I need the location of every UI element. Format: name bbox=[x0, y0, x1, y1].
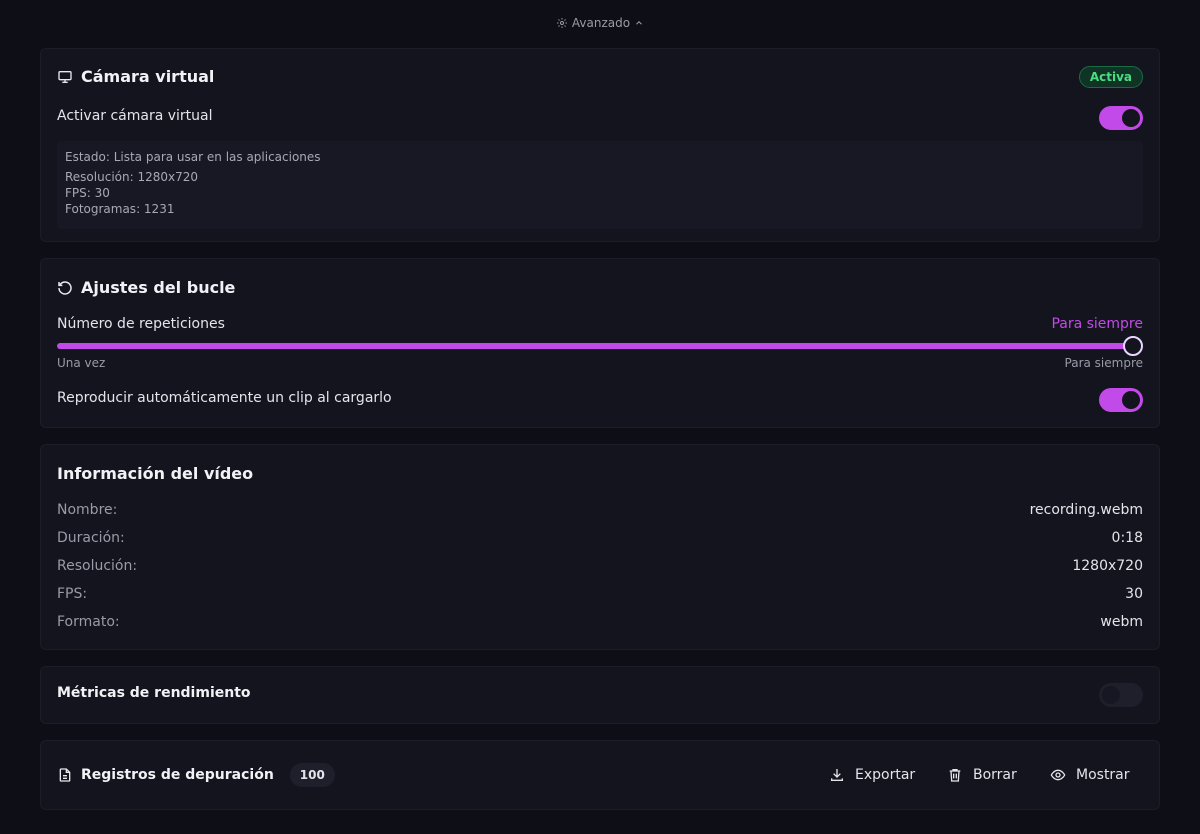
chevron-up-icon bbox=[634, 18, 644, 28]
repetitions-label: Número de repeticiones bbox=[57, 316, 225, 332]
status-badge: Activa bbox=[1078, 66, 1143, 88]
info-key: Nombre: bbox=[57, 502, 118, 518]
video-info-card: Información del vídeo Nombre: recording.… bbox=[40, 444, 1160, 650]
info-value: 1280x720 bbox=[1072, 558, 1143, 574]
clear-label: Borrar bbox=[973, 767, 1017, 783]
status-line: Resolución: 1280x720 bbox=[65, 170, 198, 184]
info-row-resolution: Resolución: 1280x720 bbox=[57, 558, 1143, 574]
repetitions-value: Para siempre bbox=[1051, 316, 1143, 332]
loop-settings-title: Ajustes del bucle bbox=[57, 278, 235, 297]
status-line: Fotogramas: 1231 bbox=[65, 202, 175, 216]
performance-card: Métricas de rendimiento bbox=[40, 666, 1160, 724]
export-button[interactable]: Exportar bbox=[829, 763, 915, 787]
rotate-ccw-icon bbox=[57, 280, 73, 296]
info-row-fps: FPS: 30 bbox=[57, 586, 1143, 602]
virtual-camera-title-text: Cámara virtual bbox=[81, 67, 215, 86]
slider-max-label: Para siempre bbox=[1064, 356, 1143, 370]
info-row-duration: Duración: 0:18 bbox=[57, 530, 1143, 546]
eye-icon bbox=[1050, 767, 1066, 783]
virtual-camera-toggle-label: Activar cámara virtual bbox=[57, 108, 213, 124]
monitor-icon bbox=[57, 69, 73, 85]
debug-logs-title-text: Registros de depuración bbox=[81, 767, 274, 783]
info-key: Formato: bbox=[57, 614, 120, 630]
virtual-camera-toggle[interactable] bbox=[1099, 106, 1143, 130]
info-key: Resolución: bbox=[57, 558, 138, 574]
gear-icon bbox=[556, 17, 568, 29]
slider-min-label: Una vez bbox=[57, 356, 106, 370]
show-label: Mostrar bbox=[1076, 767, 1130, 783]
download-icon bbox=[829, 767, 845, 783]
info-value: 30 bbox=[1125, 586, 1143, 602]
status-line: FPS: 30 bbox=[65, 186, 110, 200]
repetitions-slider-thumb[interactable] bbox=[1123, 336, 1143, 356]
virtual-camera-title: Cámara virtual bbox=[57, 67, 214, 86]
autoplay-label: Reproducir automáticamente un clip al ca… bbox=[57, 390, 392, 406]
performance-title: Métricas de rendimiento bbox=[57, 685, 251, 701]
toggle-knob bbox=[1122, 109, 1140, 127]
video-info-title: Información del vídeo bbox=[57, 464, 254, 483]
performance-toggle[interactable] bbox=[1099, 683, 1143, 707]
info-value: recording.webm bbox=[1029, 502, 1143, 518]
info-value: 0:18 bbox=[1111, 530, 1143, 546]
trash-icon bbox=[947, 767, 963, 783]
advanced-toggle[interactable]: Avanzado bbox=[0, 14, 1200, 32]
virtual-camera-status-box: Estado: Lista para usar en las aplicacio… bbox=[57, 141, 1143, 229]
file-text-icon bbox=[57, 767, 73, 783]
clear-button[interactable]: Borrar bbox=[947, 763, 1017, 787]
toggle-knob bbox=[1102, 686, 1120, 704]
autoplay-toggle[interactable] bbox=[1099, 388, 1143, 412]
export-label: Exportar bbox=[855, 767, 916, 783]
virtual-camera-card: Cámara virtual Activa Activar cámara vir… bbox=[40, 48, 1160, 242]
loop-settings-card: Ajustes del bucle Número de repeticiones… bbox=[40, 258, 1160, 428]
info-key: Duración: bbox=[57, 530, 125, 546]
toggle-knob bbox=[1122, 391, 1140, 409]
info-row-name: Nombre: recording.webm bbox=[57, 502, 1143, 518]
info-value: webm bbox=[1100, 614, 1143, 630]
info-key: FPS: bbox=[57, 586, 88, 602]
info-row-format: Formato: webm bbox=[57, 614, 1143, 630]
debug-logs-title: Registros de depuración 100 bbox=[57, 763, 335, 787]
log-count-badge: 100 bbox=[289, 763, 335, 787]
loop-settings-title-text: Ajustes del bucle bbox=[81, 278, 236, 297]
debug-logs-card: Registros de depuración 100 Exportar Bor… bbox=[40, 740, 1160, 810]
repetitions-slider-track[interactable] bbox=[57, 343, 1133, 349]
advanced-label: Avanzado bbox=[571, 16, 631, 30]
status-line: Estado: Lista para usar en las aplicacio… bbox=[65, 150, 321, 164]
show-button[interactable]: Mostrar bbox=[1050, 763, 1130, 787]
